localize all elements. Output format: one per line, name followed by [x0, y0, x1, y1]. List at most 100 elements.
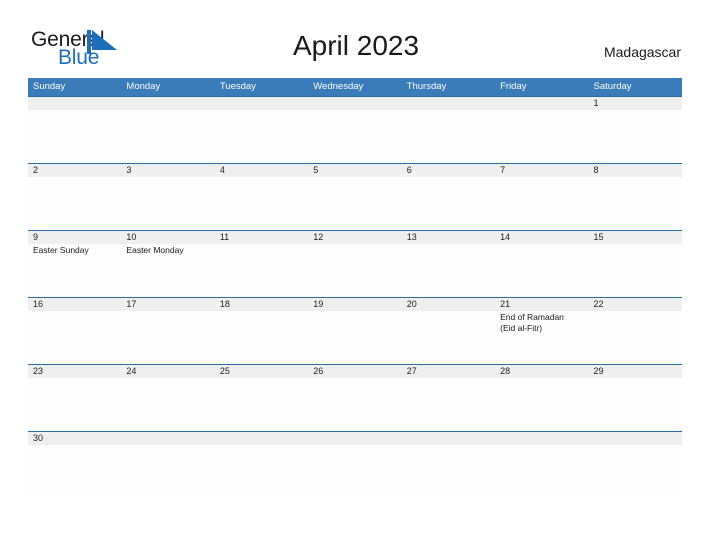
day-of-week-header-saturday: Saturday [593, 81, 632, 92]
day-events: End of Ramadan (Eid al-Fitr) [500, 312, 585, 334]
calendar-day-cell[interactable]: 24 [121, 365, 215, 431]
calendar-day-cell[interactable]: 29 [588, 365, 682, 431]
calendar-day-cell[interactable]: 15 [588, 231, 682, 297]
day-of-week-header-friday: Friday [500, 81, 527, 92]
day-of-week-header-tuesday: Tuesday [219, 81, 256, 92]
day-number: 23 [33, 366, 44, 376]
country-label: Madagascar [603, 44, 681, 60]
calendar-day-cell[interactable]: 13 [401, 231, 496, 297]
holiday-event-label: (Eid al-Fitr) [500, 323, 543, 333]
day-number: 19 [313, 299, 324, 309]
day-events: Easter Sunday [33, 245, 118, 256]
day-number: 1 [593, 98, 599, 108]
day-number: 27 [406, 366, 417, 376]
day-number-band [588, 432, 682, 445]
day-number-band [401, 432, 496, 445]
day-number: 18 [219, 299, 230, 309]
calendar-day-cell[interactable]: 16 [28, 298, 122, 364]
calendar-day-cell[interactable]: 4 [214, 164, 309, 230]
calendar-day-cell-empty [214, 432, 309, 498]
day-number: 17 [126, 299, 137, 309]
calendar-day-cell[interactable]: 5 [308, 164, 402, 230]
day-number-band [214, 432, 309, 445]
calendar-day-cell[interactable]: 1 [588, 97, 682, 163]
day-number: 6 [406, 165, 412, 175]
calendar-week-row: 16 17 18 19 20 21 End of Ramadan (Eid al-Fitr) 2… [28, 297, 682, 364]
day-number-band [495, 432, 589, 445]
calendar-day-cell[interactable]: 18 [214, 298, 309, 364]
calendar-day-cell[interactable]: 20 [401, 298, 496, 364]
day-number: 29 [593, 366, 604, 376]
calendar-day-cell[interactable]: 19 [308, 298, 402, 364]
day-number-band [214, 97, 309, 110]
day-number-band [214, 164, 309, 177]
day-number: 30 [33, 433, 44, 443]
day-number-band [308, 164, 402, 177]
calendar-day-cell-empty [495, 432, 589, 498]
day-number-band [588, 97, 682, 110]
holiday-event-label: Easter Sunday [33, 245, 89, 255]
calendar-day-cell[interactable]: 14 [495, 231, 589, 297]
day-of-week-header-monday: Monday [126, 81, 161, 92]
day-number-band [28, 231, 122, 244]
day-number-band [28, 97, 122, 110]
day-of-week-header-thursday: Thursday [406, 81, 447, 92]
calendar-day-cell[interactable]: 17 [121, 298, 215, 364]
day-of-week-header-wednesday: Wednesday [313, 81, 364, 92]
calendar-week-row: 9 Easter Sunday 10 Easter Monday 11 12 13 14 15 [28, 230, 682, 297]
calendar-day-cell[interactable]: 27 [401, 365, 496, 431]
day-number-band [495, 97, 589, 110]
page-header: General Blue April 2023 Madagascar [0, 0, 712, 78]
day-number-band [401, 164, 496, 177]
day-number: 24 [126, 366, 137, 376]
calendar-day-cell[interactable]: 22 [588, 298, 682, 364]
day-number-band [308, 432, 402, 445]
day-number-band [588, 164, 682, 177]
day-number: 22 [593, 299, 604, 309]
day-number-band [401, 97, 496, 110]
calendar-day-cell[interactable]: 6 [401, 164, 496, 230]
day-number: 8 [593, 165, 599, 175]
calendar-day-cell[interactable]: 21 End of Ramadan (Eid al-Fitr) [495, 298, 589, 364]
calendar-day-cell[interactable]: 30 [28, 432, 122, 498]
calendar-week-row: 1 [28, 96, 682, 163]
calendar-day-cell-empty [308, 97, 402, 163]
day-number-band [28, 164, 122, 177]
calendar-day-cell-empty [495, 97, 589, 163]
calendar-grid: Sunday Monday Tuesday Wednesday Thursday Frid… [28, 78, 682, 498]
calendar-day-cell[interactable]: 7 [495, 164, 589, 230]
calendar-day-cell-empty [588, 432, 682, 498]
calendar-week-row: 23 24 25 26 27 28 29 [28, 364, 682, 431]
calendar-day-cell-empty [214, 97, 309, 163]
calendar-day-cell-empty [121, 432, 215, 498]
calendar-day-cell[interactable]: 26 [308, 365, 402, 431]
day-number: 15 [593, 232, 604, 242]
day-number: 3 [126, 165, 132, 175]
day-number: 5 [313, 165, 319, 175]
calendar-day-cell[interactable]: 3 [121, 164, 215, 230]
calendar-day-cell[interactable]: 25 [214, 365, 309, 431]
day-events: Easter Monday [126, 245, 211, 256]
calendar-day-cell-empty [121, 97, 215, 163]
day-number: 16 [33, 299, 44, 309]
calendar-day-cell-empty [401, 97, 496, 163]
calendar-day-cell[interactable]: 28 [495, 365, 589, 431]
calendar-day-cell[interactable]: 10 Easter Monday [121, 231, 215, 297]
day-number: 14 [500, 232, 511, 242]
calendar-day-cell[interactable]: 2 [28, 164, 122, 230]
calendar-day-cell[interactable]: 23 [28, 365, 122, 431]
day-number: 28 [500, 366, 511, 376]
holiday-event-label: Easter Monday [126, 245, 184, 255]
day-number-band [121, 432, 215, 445]
calendar-day-cell[interactable]: 9 Easter Sunday [28, 231, 122, 297]
day-number: 10 [126, 232, 137, 242]
day-number: 26 [313, 366, 324, 376]
day-number: 12 [313, 232, 324, 242]
day-number-band [308, 97, 402, 110]
calendar-day-cell[interactable]: 8 [588, 164, 682, 230]
calendar-day-cell-empty [28, 97, 122, 163]
day-number-band [121, 97, 215, 110]
calendar-weeks: 1 2 3 4 5 6 7 8 9 Easter Sunday 10 Easter Monday 11 1… [28, 96, 682, 498]
calendar-day-cell[interactable]: 12 [308, 231, 402, 297]
calendar-day-cell[interactable]: 11 [214, 231, 309, 297]
